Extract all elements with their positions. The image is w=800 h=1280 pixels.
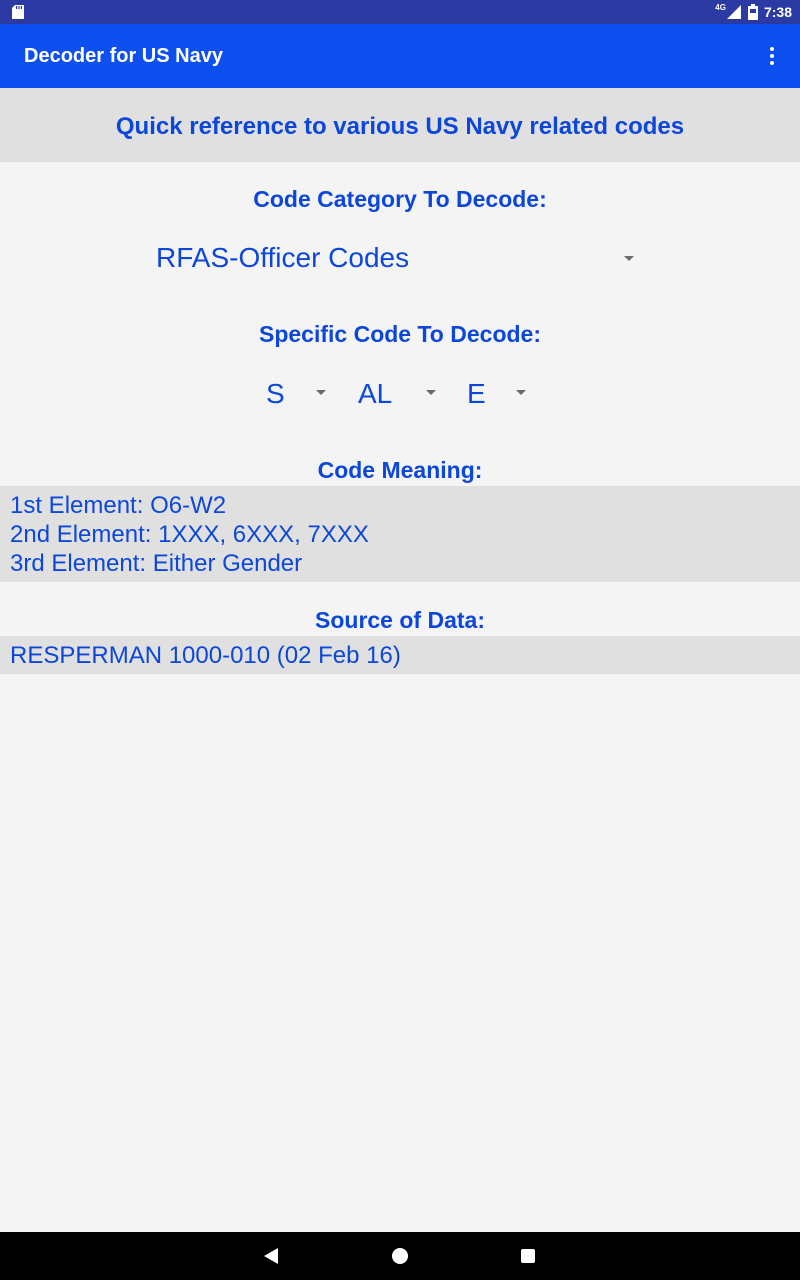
meaning-line: 3rd Element: Either Gender [10, 550, 303, 577]
header-banner: Quick reference to various US Navy relat… [0, 88, 800, 162]
meaning-line: 1st Element: O6-W2 [10, 492, 227, 519]
clock: 7:38 [763, 4, 792, 20]
dropdown-arrow-icon [316, 390, 326, 395]
network-type-label: 4G [715, 2, 726, 12]
dropdown-arrow-icon [516, 390, 526, 395]
category-dropdown[interactable]: RFAS-Officer Codes [156, 238, 640, 278]
back-icon[interactable] [264, 1248, 278, 1264]
battery-icon [747, 4, 758, 20]
dropdown-arrow-icon [426, 390, 436, 395]
source-panel: RESPERMAN 1000-010 (02 Feb 16) [0, 636, 800, 674]
system-nav-bar [0, 1232, 800, 1280]
element-3-value: E [467, 378, 486, 409]
element-1-value: S [266, 378, 285, 409]
sd-card-icon [12, 5, 24, 19]
source-label: Source of Data: [315, 607, 485, 633]
element-2-dropdown[interactable]: AL [358, 374, 442, 414]
code-meaning-panel: 1st Element: O6-W2 2nd Element: 1XXX, 6X… [0, 486, 800, 582]
source-text: RESPERMAN 1000-010 (02 Feb 16) [10, 642, 401, 669]
category-label: Code Category To Decode: [253, 186, 547, 212]
meaning-line: 2nd Element: 1XXX, 6XXX, 7XXX [10, 521, 369, 548]
more-vert-icon[interactable] [760, 44, 784, 68]
element-3-dropdown[interactable]: E [467, 374, 537, 414]
home-icon[interactable] [392, 1248, 408, 1264]
signal-icon [726, 5, 741, 19]
category-selected-value: RFAS-Officer Codes [156, 242, 410, 273]
element-2-value: AL [358, 378, 393, 409]
app-title: Decoder for US Navy [24, 45, 223, 67]
status-bar: 4G 7:38 [0, 0, 800, 24]
element-1-dropdown[interactable]: S [266, 374, 336, 414]
recents-icon[interactable] [521, 1249, 535, 1263]
dropdown-arrow-icon [624, 256, 634, 261]
app-bar: Decoder for US Navy [0, 24, 800, 88]
specific-code-label: Specific Code To Decode: [258, 321, 541, 347]
code-meaning-label: Code Meaning: [317, 457, 483, 483]
